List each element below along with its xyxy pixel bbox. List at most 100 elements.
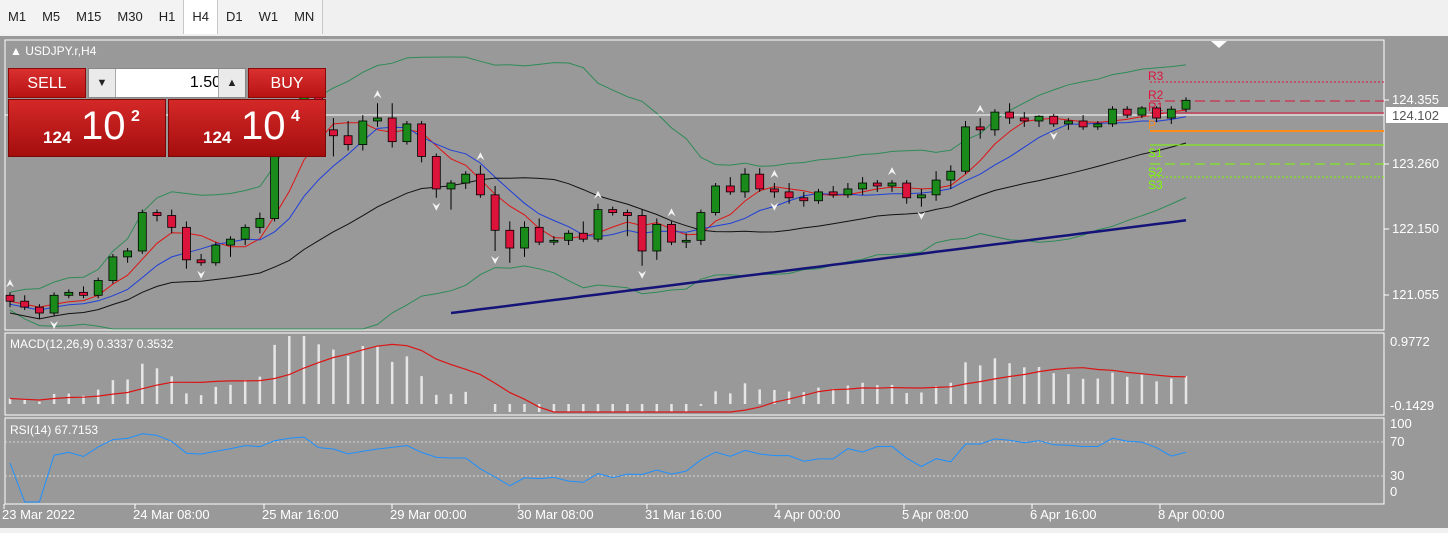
- collapse-triangle-icon[interactable]: ▲: [10, 44, 22, 58]
- candle-body: [446, 182, 456, 190]
- buy-button[interactable]: BUY: [248, 68, 326, 98]
- time-axis-label: 31 Mar 16:00: [645, 507, 722, 522]
- candle-body: [167, 215, 177, 228]
- rsi-label: RSI(14) 67.7153: [10, 423, 99, 437]
- rsi-axis-label: 0: [1390, 484, 1397, 499]
- buy-price-box[interactable]: 124 10 4: [168, 99, 326, 157]
- candle-body: [1049, 115, 1059, 125]
- candle-body: [1122, 108, 1132, 116]
- timeframe-m1[interactable]: M1: [0, 0, 34, 34]
- candle-body: [431, 156, 441, 190]
- candle-body: [505, 229, 515, 249]
- timeframe-m15[interactable]: M15: [68, 0, 109, 34]
- sell-price-box[interactable]: 124 10 2: [8, 99, 166, 157]
- ma-long-navy-line: [450, 219, 1187, 315]
- candle-body: [417, 123, 427, 157]
- candle-body: [211, 244, 221, 264]
- sell-price-prefix: 124: [43, 128, 72, 147]
- candle-body: [696, 212, 706, 241]
- rsi-axis-label: 100: [1390, 416, 1412, 431]
- timeframe-m5[interactable]: M5: [34, 0, 68, 34]
- candle-body: [35, 306, 44, 314]
- symbol-text: USDJPY.r,H4: [25, 44, 97, 58]
- candle-body: [1181, 99, 1191, 110]
- candle-body: [858, 182, 867, 190]
- time-axis-label: 25 Mar 16:00: [262, 507, 339, 522]
- candle-body: [196, 259, 206, 264]
- fractal-up-icon: [888, 167, 896, 176]
- fractal-down-icon: [432, 202, 441, 211]
- candle-body: [990, 111, 1000, 131]
- candle-body: [799, 197, 809, 202]
- candle-body: [181, 226, 191, 261]
- candle-body: [711, 185, 720, 213]
- rsi-axis-label: 70: [1390, 434, 1404, 449]
- candle-body: [1137, 107, 1147, 116]
- timeframe-toolbar: M1 M5 M15 M30 H1 H4 D1 W1 MN: [0, 0, 1448, 37]
- candle-body: [652, 223, 662, 252]
- candle-body: [1078, 120, 1088, 128]
- candle-body: [49, 294, 59, 314]
- current-price-text: 124.102: [1392, 108, 1439, 123]
- candle-body: [226, 238, 235, 246]
- candle-body: [667, 223, 676, 243]
- candle-body: [240, 226, 250, 240]
- timeframe-mn[interactable]: MN: [286, 0, 322, 34]
- candle-body: [770, 188, 779, 193]
- candle-body: [872, 182, 882, 187]
- candle-body: [828, 191, 838, 196]
- time-axis-label: 29 Mar 00:00: [390, 507, 467, 522]
- candle-body: [608, 209, 618, 213]
- pivot-label-s1: S1: [1148, 146, 1163, 160]
- candle-body: [5, 294, 15, 302]
- timeframe-group: M1 M5 M15 M30 H1 H4 D1 W1 MN: [0, 0, 324, 34]
- candle-body: [814, 191, 823, 202]
- candle-body: [961, 126, 970, 172]
- buy-price-prefix: 124: [203, 128, 232, 147]
- timeframe-w1[interactable]: W1: [251, 0, 287, 34]
- lot-size-input[interactable]: [117, 69, 225, 97]
- candle-body: [681, 239, 691, 243]
- candle-body: [931, 179, 941, 196]
- candle-body: [1108, 108, 1117, 125]
- candle-body: [534, 226, 544, 243]
- candle-body: [461, 173, 471, 184]
- fractal-down-icon: [50, 320, 59, 329]
- lot-decrease-icon[interactable]: ▼: [89, 69, 116, 97]
- price-axis-label: 123.260: [1392, 156, 1439, 171]
- candle-body: [79, 291, 88, 296]
- candle-body: [123, 250, 132, 258]
- timeframe-h4[interactable]: H4: [183, 0, 218, 34]
- buy-price-fraction: 4: [291, 108, 300, 125]
- candle-body: [843, 188, 853, 196]
- candle-body: [725, 185, 735, 193]
- price-axis-label: 121.055: [1392, 287, 1439, 302]
- candle-body: [1034, 115, 1044, 122]
- time-axis-label: 5 Apr 08:00: [902, 507, 969, 522]
- symbol-label: ▲ USDJPY.r,H4: [10, 44, 96, 58]
- fractal-down-icon: [638, 270, 647, 279]
- time-axis-label: 4 Apr 00:00: [774, 507, 841, 522]
- candle-body: [64, 291, 74, 296]
- time-axis-label: 23 Mar 2022: [2, 507, 75, 522]
- candle-body: [20, 300, 30, 308]
- lot-increase-icon[interactable]: ▲: [218, 69, 245, 97]
- price-axis-label: 124.355: [1392, 92, 1439, 107]
- fractal-down-icon: [1049, 131, 1058, 140]
- timeframe-m30[interactable]: M30: [109, 0, 150, 34]
- candle-body: [343, 135, 353, 146]
- macd-label: MACD(12,26,9) 0.3337 0.3532: [10, 337, 174, 351]
- candle-body: [1166, 108, 1176, 119]
- candle-body: [1152, 107, 1161, 119]
- candle-body: [387, 117, 397, 143]
- candle-body: [1005, 111, 1014, 119]
- timeframe-h1[interactable]: H1: [151, 0, 184, 34]
- rsi-panel-frame: [4, 417, 1385, 505]
- sell-button[interactable]: SELL: [8, 68, 86, 98]
- candle-body: [784, 191, 794, 199]
- sell-price-fraction: 2: [131, 108, 140, 125]
- candle-body: [549, 239, 559, 243]
- pivot-label-p: P: [1148, 118, 1156, 132]
- candle-body: [637, 215, 647, 252]
- timeframe-d1[interactable]: D1: [218, 0, 251, 34]
